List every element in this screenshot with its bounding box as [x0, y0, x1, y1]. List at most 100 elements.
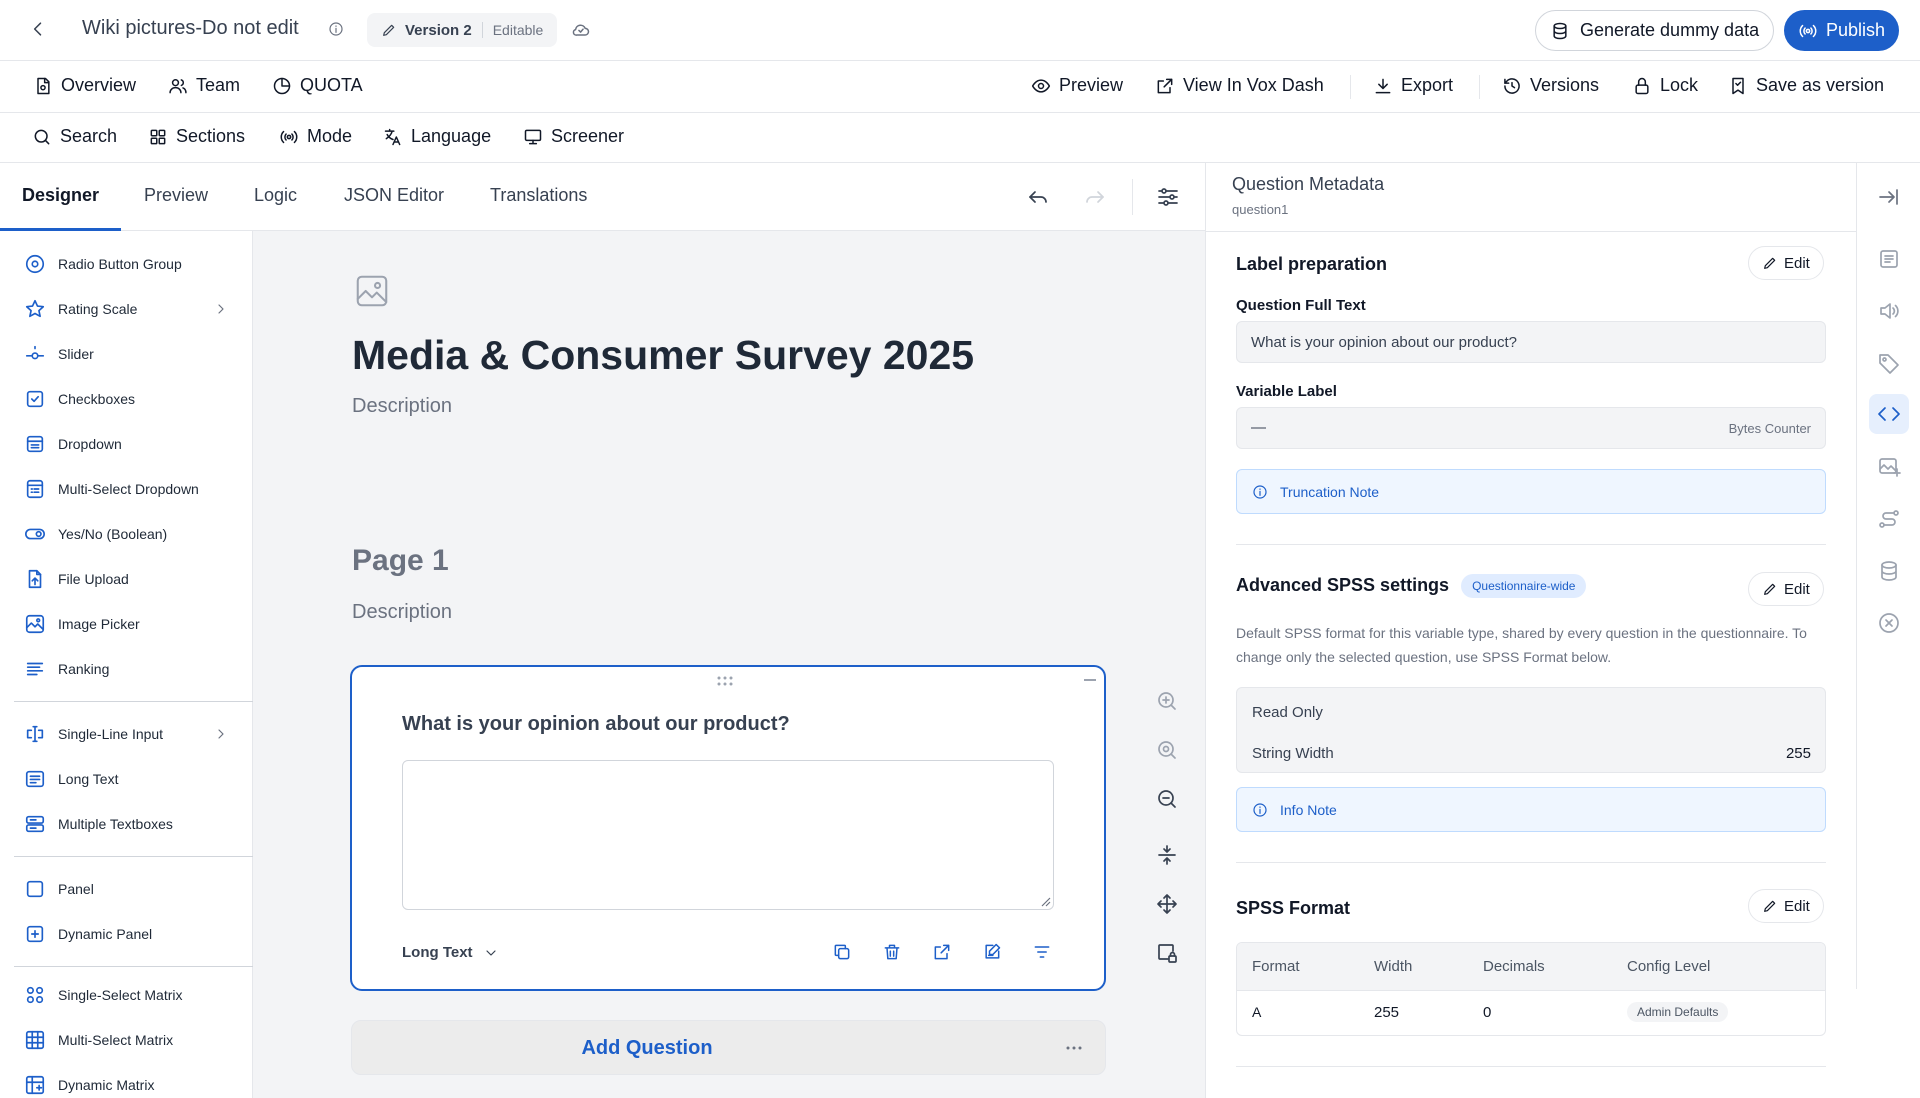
- question-full-text-field[interactable]: What is your opinion about our product?: [1236, 321, 1826, 363]
- question-type-selector[interactable]: Long Text: [402, 944, 499, 961]
- toolbox-dynamic-panel[interactable]: Dynamic Panel: [24, 923, 229, 945]
- settings-sliders-icon[interactable]: [1156, 185, 1180, 209]
- publish-button[interactable]: Publish: [1784, 10, 1900, 51]
- generate-label: Generate dummy data: [1580, 20, 1760, 40]
- toolbox-long-text[interactable]: Long Text: [24, 768, 229, 790]
- toolbox-single-line-input[interactable]: Single-Line Input: [24, 723, 229, 745]
- nav-overview[interactable]: Overview: [33, 75, 136, 96]
- cloud-sync-icon[interactable]: [571, 20, 591, 40]
- page-title[interactable]: Page 1: [352, 544, 449, 578]
- nav-view-vox-dash[interactable]: View In Vox Dash: [1155, 75, 1324, 96]
- open-external-icon[interactable]: [932, 942, 952, 962]
- dropdown-icon: [26, 435, 44, 453]
- redo-icon[interactable]: [1083, 185, 1107, 209]
- zoom-out-icon[interactable]: [1155, 787, 1179, 811]
- users-icon: [169, 78, 187, 93]
- close-circle-icon[interactable]: [1877, 611, 1901, 635]
- toolbox-single-select-matrix[interactable]: Single-Select Matrix: [24, 984, 229, 1006]
- question-title[interactable]: What is your opinion about our product?: [402, 713, 790, 736]
- toolbox-file-upload[interactable]: File Upload: [24, 568, 229, 590]
- lock-device-icon[interactable]: [1155, 941, 1179, 965]
- nav-export-label: Export: [1401, 75, 1454, 95]
- drag-handle-icon[interactable]: [716, 675, 734, 687]
- toolbox-dynamic-matrix[interactable]: Dynamic Matrix: [24, 1074, 229, 1096]
- edit-label-preparation-button[interactable]: Edit: [1748, 246, 1824, 280]
- toolbar-language-label: Language: [411, 126, 492, 146]
- toolbox-multi-select-dropdown[interactable]: Multi-Select Dropdown: [24, 478, 229, 500]
- nav-quota[interactable]: QUOTA: [272, 75, 363, 96]
- tab-json-editor[interactable]: JSON Editor: [344, 185, 444, 206]
- logo-placeholder-image-icon[interactable]: [353, 272, 391, 310]
- collapse-all-icon[interactable]: [1155, 843, 1179, 867]
- edit-spss-format-button[interactable]: Edit: [1748, 889, 1824, 923]
- toolbox-multi-select-matrix[interactable]: Multi-Select Matrix: [24, 1029, 229, 1051]
- version-status: Editable: [492, 22, 544, 38]
- nav-lock[interactable]: Lock: [1632, 75, 1698, 96]
- duplicate-icon[interactable]: [832, 942, 852, 962]
- toolbar-sections[interactable]: Sections: [148, 126, 245, 147]
- audio-icon[interactable]: [1877, 299, 1901, 323]
- delete-icon[interactable]: [882, 942, 902, 962]
- info-icon[interactable]: [328, 21, 344, 37]
- toolbar-search[interactable]: Search: [32, 126, 117, 147]
- pie-chart-icon: [273, 77, 291, 94]
- toolbox-ranking[interactable]: Ranking: [24, 658, 229, 680]
- toolbox-dropdown[interactable]: Dropdown: [24, 433, 229, 455]
- nav-export[interactable]: Export: [1373, 75, 1453, 96]
- toolbar-mode[interactable]: Mode: [279, 126, 352, 147]
- zoom-reset-icon[interactable]: [1155, 738, 1179, 762]
- resize-handle-icon[interactable]: [1041, 897, 1051, 907]
- tab-translations[interactable]: Translations: [490, 185, 587, 206]
- toolbox-item-label: Multiple Textboxes: [58, 816, 173, 832]
- toolbox-radio-button-group[interactable]: Radio Button Group: [24, 253, 229, 275]
- toolbox-slider[interactable]: Slider: [24, 343, 229, 365]
- back-arrow-icon[interactable]: [28, 19, 48, 39]
- toolbox-yes-no[interactable]: Yes/No (Boolean): [24, 523, 229, 545]
- nav-save-as-version[interactable]: Save as version: [1728, 75, 1884, 96]
- checkbox-icon: [26, 390, 44, 408]
- question-card[interactable]: What is your opinion about our product? …: [350, 665, 1106, 991]
- toolbox-multiple-textboxes[interactable]: Multiple Textboxes: [24, 813, 229, 835]
- database-icon[interactable]: [1877, 559, 1901, 583]
- toolbar-language[interactable]: Language: [383, 126, 491, 147]
- collapse-icon[interactable]: [1084, 679, 1096, 681]
- nav-team[interactable]: Team: [168, 75, 240, 96]
- tag-icon[interactable]: [1877, 351, 1901, 375]
- properties-list-icon[interactable]: [1877, 247, 1901, 271]
- nav-save-as-version-label: Save as version: [1756, 75, 1885, 95]
- edit-advanced-spss-button[interactable]: Edit: [1748, 572, 1824, 606]
- code-icon[interactable]: [1877, 402, 1901, 426]
- survey-title[interactable]: Media & Consumer Survey 2025: [352, 332, 974, 379]
- version-selector[interactable]: Version 2 Editable: [367, 13, 558, 47]
- toolbar-screener[interactable]: Screener: [523, 126, 624, 147]
- variable-label-field[interactable]: — Bytes Counter: [1236, 407, 1826, 449]
- tab-logic[interactable]: Logic: [254, 185, 297, 206]
- toolbox-panel[interactable]: Panel: [24, 878, 229, 900]
- media-settings-icon[interactable]: [1877, 455, 1901, 479]
- filter-icon[interactable]: [1032, 942, 1052, 962]
- undo-icon[interactable]: [1026, 185, 1050, 209]
- toolbox-rating-scale[interactable]: Rating Scale: [24, 298, 229, 320]
- tab-designer[interactable]: Designer: [22, 185, 99, 206]
- edit-properties-icon[interactable]: [982, 942, 1002, 962]
- nav-versions[interactable]: Versions: [1502, 75, 1599, 96]
- advanced-spss-description: Default SPSS format for this variable ty…: [1236, 625, 1807, 665]
- collapse-panel-icon[interactable]: [1877, 185, 1901, 209]
- bytes-counter: Bytes Counter: [1728, 421, 1811, 436]
- generate-dummy-data-button[interactable]: Generate dummy data: [1535, 10, 1775, 51]
- zoom-in-icon[interactable]: [1155, 689, 1179, 713]
- nav-preview[interactable]: Preview: [1031, 75, 1123, 96]
- routing-icon[interactable]: [1877, 507, 1901, 531]
- toolbox-image-picker[interactable]: Image Picker: [24, 613, 229, 635]
- more-options-icon[interactable]: [1066, 1046, 1082, 1050]
- grid-icon: [25, 1030, 45, 1050]
- long-text-answer-area[interactable]: [402, 760, 1054, 910]
- toolbox-sidebar: Radio Button Group Rating Scale Slider C…: [0, 231, 253, 1098]
- toolbox-checkboxes[interactable]: Checkboxes: [24, 388, 229, 410]
- panel-title: Question Metadata: [1232, 174, 1385, 194]
- move-icon[interactable]: [1155, 892, 1179, 916]
- survey-description[interactable]: Description: [352, 395, 452, 418]
- add-question-button[interactable]: Add Question: [352, 1037, 942, 1060]
- page-description[interactable]: Description: [352, 601, 452, 624]
- tab-preview[interactable]: Preview: [144, 185, 208, 206]
